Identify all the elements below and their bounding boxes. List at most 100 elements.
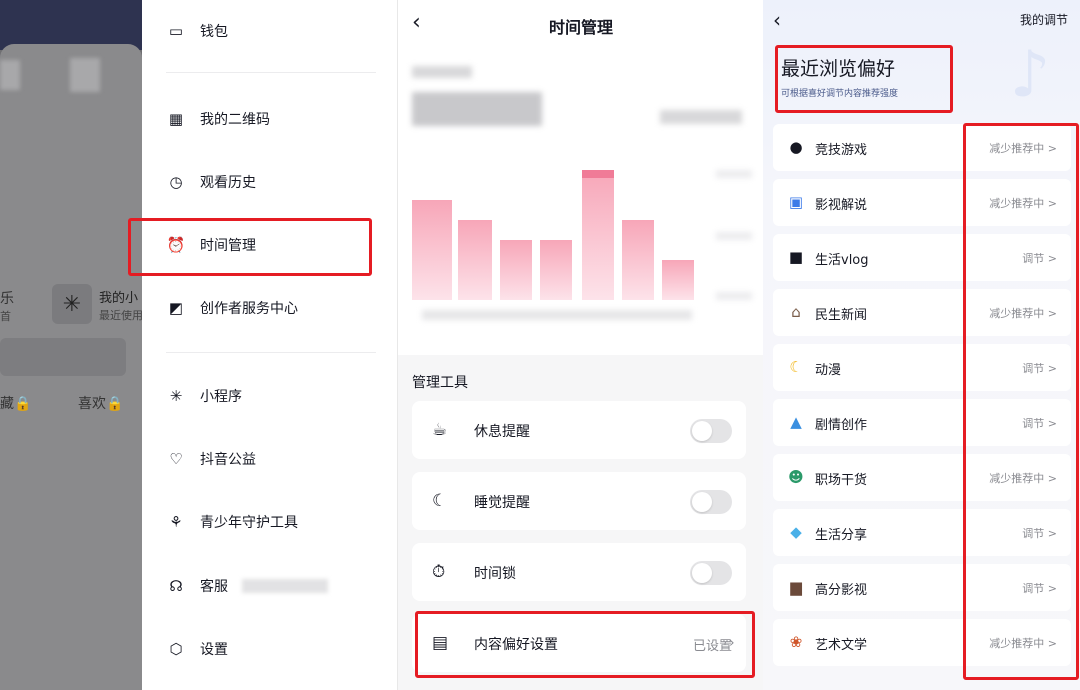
menu-item-label: 创作者服务中心 bbox=[200, 301, 298, 317]
pref-label: 民生新闻 bbox=[815, 308, 868, 323]
menu-item-creator-center[interactable]: ◩ 创作者服务中心 bbox=[166, 298, 298, 318]
divider bbox=[166, 72, 376, 73]
highlight-box bbox=[963, 123, 1079, 680]
chart-bar bbox=[412, 200, 452, 300]
blurred-content bbox=[70, 58, 100, 92]
menu-item-qrcode[interactable]: ▦ 我的二维码 bbox=[166, 109, 270, 129]
profile-panel-dimmed: 乐 首 ✳ 我的小 最近使用 藏🔒 喜欢🔒 bbox=[0, 0, 142, 690]
sprout-icon: ⚘ bbox=[169, 513, 183, 531]
back-chevron-icon[interactable]: ‹ bbox=[773, 8, 781, 32]
mini-program-icon[interactable]: ✳ bbox=[52, 284, 92, 324]
chevron-right-icon: › bbox=[729, 635, 735, 651]
menu-item-label: 我的二维码 bbox=[200, 112, 270, 128]
pref-label: 生活vlog bbox=[815, 253, 869, 268]
chart-bar bbox=[540, 240, 572, 300]
menu-item-history[interactable]: ◷ 观看历史 bbox=[166, 172, 256, 192]
crescent-moon-icon: ☾ bbox=[789, 358, 803, 376]
tshirt-icon: ◆ bbox=[790, 523, 802, 541]
blurred-text bbox=[242, 579, 328, 593]
blurred-day-labels bbox=[422, 310, 692, 320]
side-menu: ▭ 钱包 ▦ 我的二维码 ◷ 观看历史 ⏰ 时间管理 ◩ 创作者服务中心 ✳ 小… bbox=[142, 0, 397, 690]
blurred-usage-time bbox=[412, 92, 542, 126]
chart-bar bbox=[662, 260, 694, 300]
sleep-reminder-row[interactable]: ☾ 睡觉提醒 bbox=[412, 472, 746, 530]
page-title: 我的调节 bbox=[1019, 13, 1068, 27]
pref-label: 剧情创作 bbox=[815, 418, 868, 433]
usage-summary-card: ‹ 时间管理 bbox=[398, 0, 764, 355]
menu-item-label: 设置 bbox=[200, 642, 228, 658]
usage-bar-chart bbox=[412, 170, 702, 300]
pref-label: 影视解说 bbox=[815, 198, 868, 213]
blurred-text bbox=[412, 66, 472, 78]
timer-lock-icon: ⏱ bbox=[432, 562, 446, 582]
chart-bar bbox=[458, 220, 492, 300]
blurred-content bbox=[0, 60, 20, 90]
pref-label: 职场干货 bbox=[815, 473, 868, 488]
profile-banner bbox=[0, 0, 142, 50]
time-lock-row[interactable]: ⏱ 时间锁 bbox=[412, 543, 746, 601]
blurred-bar bbox=[0, 338, 126, 376]
moon-icon: ☾ bbox=[432, 491, 448, 511]
highlight-box bbox=[128, 218, 372, 276]
page-title: 时间管理 bbox=[548, 18, 613, 37]
menu-item-label: 青少年守护工具 bbox=[200, 515, 298, 531]
video-camera-icon: ■ bbox=[788, 248, 804, 266]
tool-label: 休息提醒 bbox=[474, 424, 530, 440]
chart-icon: ◩ bbox=[168, 299, 184, 317]
time-lock-toggle[interactable] bbox=[690, 561, 732, 585]
time-management-screen: ‹ 时间管理 管理工具 ☕ 休息提醒 ☾ 睡觉提醒 ⏱ 时间锁 ▤ 内容偏好设置… bbox=[397, 0, 764, 690]
blurred-axis-label bbox=[716, 292, 752, 300]
pref-label: 高分影视 bbox=[815, 583, 868, 598]
tool-label: 时间锁 bbox=[474, 566, 516, 582]
rest-reminder-row[interactable]: ☕ 休息提醒 bbox=[412, 401, 746, 459]
asterisk-icon: ✳ bbox=[169, 387, 183, 405]
sleep-reminder-toggle[interactable] bbox=[690, 490, 732, 514]
menu-item-customer-service[interactable]: ☊ 客服 bbox=[166, 576, 328, 596]
art-icon: ❀ bbox=[789, 633, 803, 651]
billiard-ball-icon: ● bbox=[789, 138, 803, 156]
menu-item-label: 观看历史 bbox=[200, 175, 256, 191]
profile-fragment-text: 乐 bbox=[0, 291, 14, 307]
recent-label: 最近使用 bbox=[99, 309, 142, 322]
chart-bar-peak bbox=[582, 170, 614, 300]
menu-item-label: 抖音公益 bbox=[200, 452, 256, 468]
mine-label: 我的小 bbox=[99, 291, 139, 306]
wallet-icon: ▭ bbox=[168, 22, 184, 40]
blurred-axis-label bbox=[716, 232, 752, 240]
menu-item-wallet[interactable]: ▭ 钱包 bbox=[166, 21, 228, 41]
chart-bar bbox=[622, 220, 654, 300]
pref-label: 动漫 bbox=[815, 363, 842, 378]
pref-label: 艺术文学 bbox=[815, 638, 868, 653]
highlight-box bbox=[415, 611, 755, 678]
film-icon: ▆ bbox=[790, 578, 802, 596]
favorites-tab[interactable]: 藏🔒 bbox=[0, 393, 31, 413]
clock-icon: ◷ bbox=[169, 173, 183, 191]
menu-item-mini-program[interactable]: ✳ 小程序 bbox=[166, 386, 242, 406]
rest-reminder-toggle[interactable] bbox=[690, 419, 732, 443]
highlight-box bbox=[775, 45, 953, 113]
blurred-text bbox=[660, 110, 742, 124]
qrcode-icon: ▦ bbox=[168, 110, 184, 128]
scenery-icon: ▲ bbox=[790, 413, 802, 431]
menu-item-label: 客服 bbox=[200, 579, 228, 595]
building-icon: ⌂ bbox=[791, 303, 801, 321]
profile-fragment-text: 首 bbox=[0, 310, 11, 323]
menu-item-charity[interactable]: ♡ 抖音公益 bbox=[166, 449, 256, 469]
divider bbox=[166, 352, 376, 353]
likes-tab[interactable]: 喜欢🔒 bbox=[78, 393, 123, 413]
tv-icon: ▣ bbox=[788, 193, 804, 211]
menu-item-settings[interactable]: ⬡ 设置 bbox=[166, 639, 228, 659]
menu-item-youth-guard[interactable]: ⚘ 青少年守护工具 bbox=[166, 512, 298, 532]
chart-bar bbox=[500, 240, 532, 300]
menu-item-label: 钱包 bbox=[200, 24, 228, 40]
coffee-icon: ☕ bbox=[432, 420, 448, 440]
hexagon-icon: ⬡ bbox=[169, 640, 183, 658]
menu-item-label: 小程序 bbox=[200, 389, 242, 405]
blurred-axis-label bbox=[716, 170, 752, 178]
headset-icon: ☊ bbox=[169, 577, 183, 595]
tool-label: 睡觉提醒 bbox=[474, 495, 530, 511]
pref-label: 竞技游戏 bbox=[815, 143, 868, 158]
office-worker-icon: ☻ bbox=[788, 468, 804, 486]
heart-icon: ♡ bbox=[169, 450, 183, 468]
section-header: 管理工具 bbox=[412, 375, 468, 391]
